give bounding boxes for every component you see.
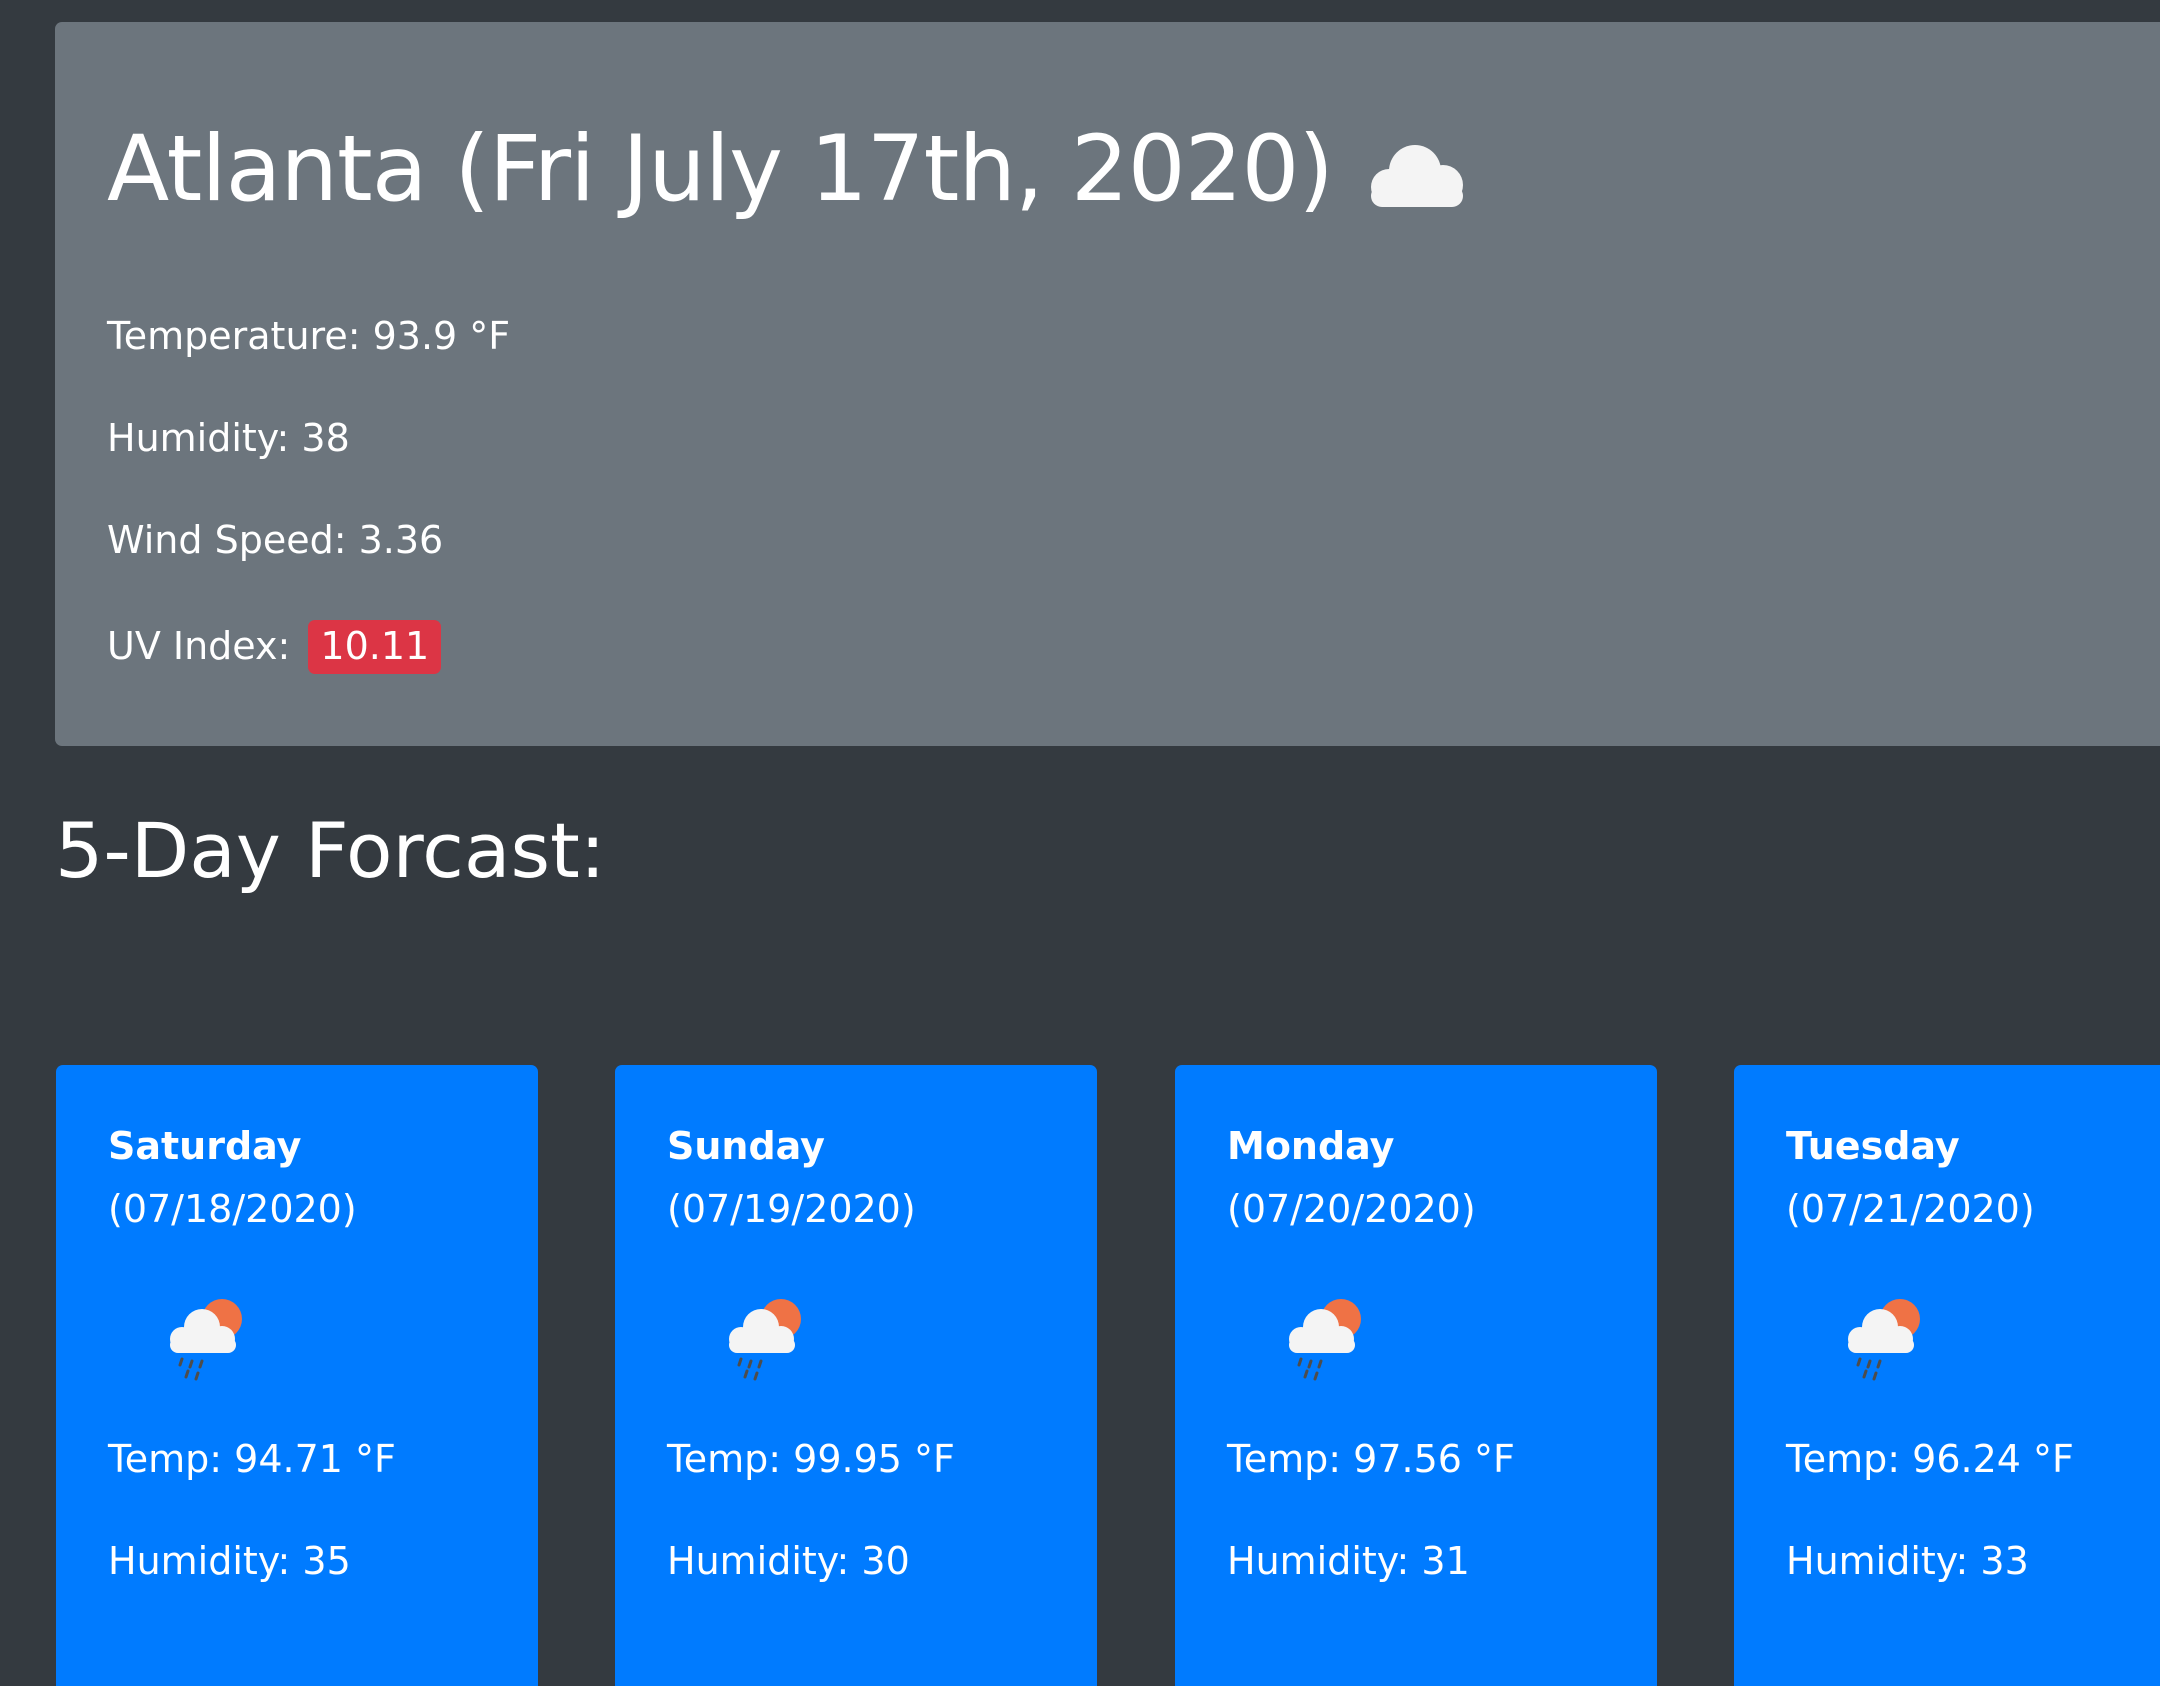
city-title-text: Atlanta (Fri July 17th, 2020) (107, 117, 1334, 222)
wind-speed-stat: Wind Speed: 3.36 (107, 518, 444, 562)
forecast-day-name: Sunday (667, 1124, 825, 1168)
forecast-humidity: Humidity: 30 (667, 1539, 910, 1583)
forecast-card-saturday: Saturday (07/18/2020) Temp: 94.71 °F Hum… (56, 1065, 538, 1686)
forecast-humidity: Humidity: 33 (1786, 1539, 2029, 1583)
forecast-temp: Temp: 96.24 °F (1786, 1437, 2074, 1481)
forecast-day-name: Monday (1227, 1124, 1395, 1168)
forecast-day-date: (07/21/2020) (1786, 1187, 2035, 1231)
forecast-card-tuesday: Tuesday (07/21/2020) Temp: 96.24 °F Humi… (1734, 1065, 2160, 1686)
forecast-day-date: (07/19/2020) (667, 1187, 916, 1231)
forecast-day-date: (07/18/2020) (108, 1187, 357, 1231)
forecast-humidity: Humidity: 31 (1227, 1539, 1470, 1583)
forecast-card-sunday: Sunday (07/19/2020) Temp: 99.95 °F Humid… (615, 1065, 1097, 1686)
forecast-day-name: Saturday (108, 1124, 302, 1168)
forecast-day-name: Tuesday (1786, 1124, 1960, 1168)
forecast-humidity: Humidity: 35 (108, 1539, 351, 1583)
forecast-card-monday: Monday (07/20/2020) Temp: 97.56 °F Humid… (1175, 1065, 1657, 1686)
current-weather-card: Atlanta (Fri July 17th, 2020) Temperatur… (55, 22, 2160, 746)
rain-sun-cloud-icon (170, 1299, 242, 1381)
temperature-stat: Temperature: 93.9 °F (107, 314, 511, 358)
forecast-temp: Temp: 94.71 °F (108, 1437, 396, 1481)
city-title: Atlanta (Fri July 17th, 2020) (107, 117, 1475, 223)
rain-sun-cloud-icon (729, 1299, 801, 1381)
forecast-temp: Temp: 97.56 °F (1227, 1437, 1515, 1481)
uv-index-badge: 10.11 (308, 620, 442, 674)
humidity-stat: Humidity: 38 (107, 416, 350, 460)
forecast-heading: 5-Day Forcast: (55, 806, 606, 895)
uv-index-stat: UV Index: 10.11 (107, 620, 442, 674)
uv-index-label: UV Index: (107, 624, 291, 668)
rain-sun-cloud-icon (1848, 1299, 1920, 1381)
forecast-temp: Temp: 99.95 °F (667, 1437, 955, 1481)
forecast-day-date: (07/20/2020) (1227, 1187, 1476, 1231)
rain-sun-cloud-icon (1289, 1299, 1361, 1381)
cloud-icon (1370, 145, 1463, 208)
